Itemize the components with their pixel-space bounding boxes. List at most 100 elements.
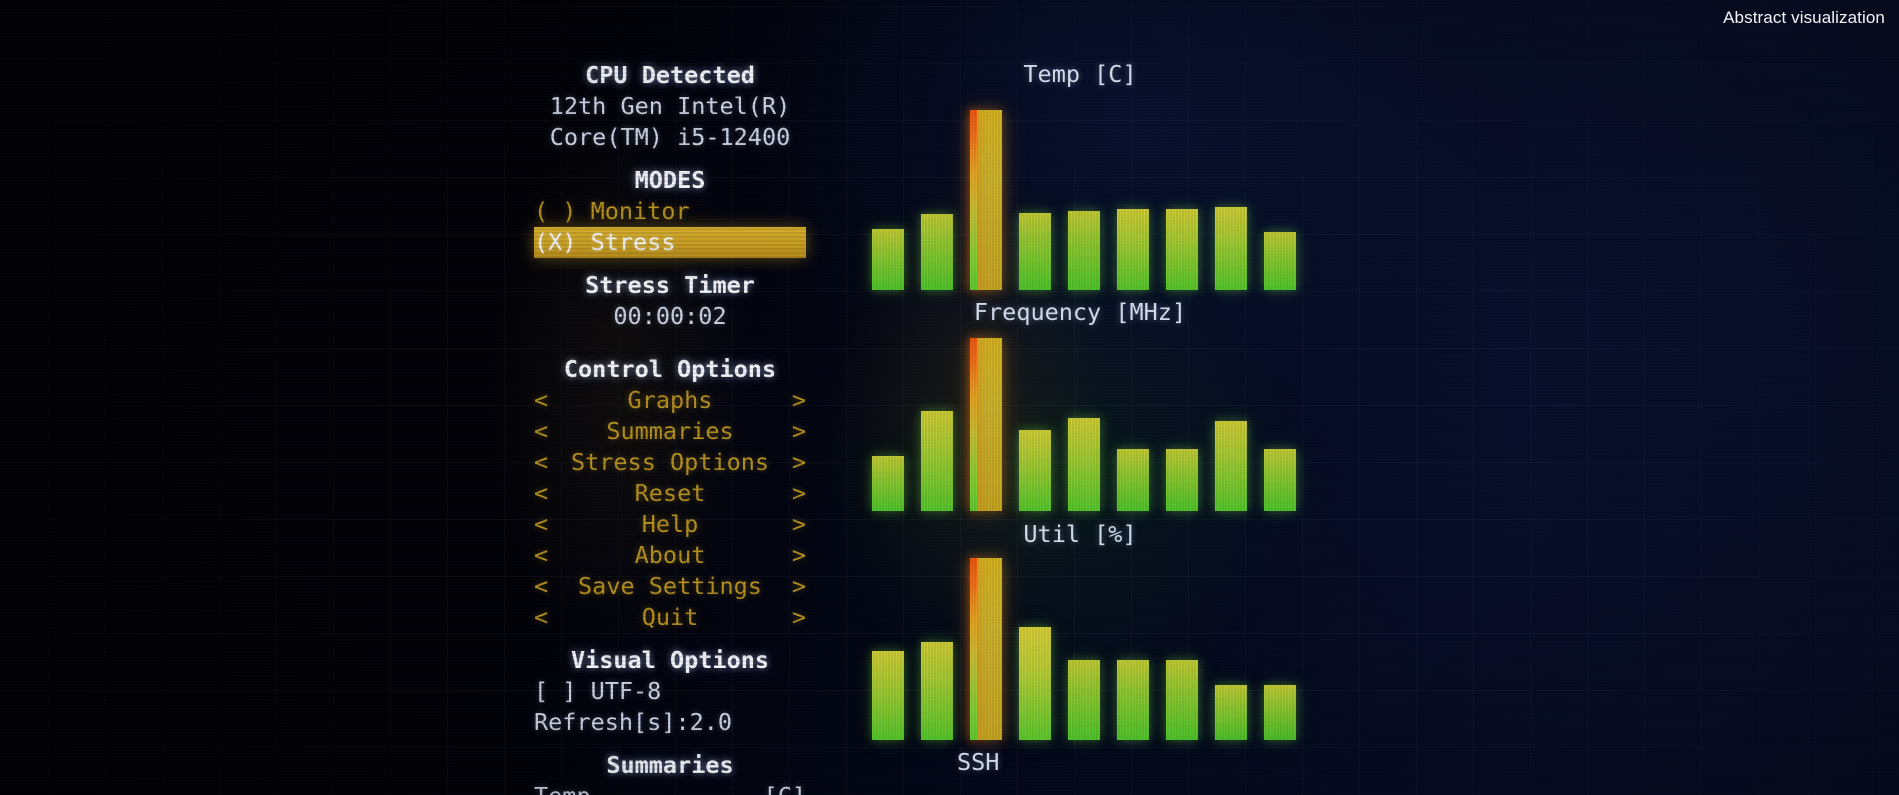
control-option-summaries[interactable]: < Summaries >: [534, 416, 806, 447]
bar: [1068, 660, 1100, 740]
bar-fill: [1117, 209, 1149, 290]
bar: [1166, 449, 1198, 511]
bar: [1215, 421, 1247, 511]
stress-timer-heading: Stress Timer: [585, 271, 755, 299]
bar: [1264, 449, 1296, 511]
right-arrow-icon: >: [791, 510, 806, 538]
bar-fill: [1068, 660, 1100, 740]
bar: [1215, 685, 1247, 740]
right-arrow-icon: >: [791, 603, 806, 631]
control-option-save-settings[interactable]: < Save Settings >: [534, 571, 806, 602]
watermark-label: Abstract visualization: [1723, 8, 1885, 27]
bar: [921, 642, 953, 740]
bar-hot-edge: [970, 338, 977, 511]
bar: [970, 110, 1002, 290]
bar: [1068, 211, 1100, 290]
control-option-stress-options[interactable]: < Stress Options >: [534, 447, 806, 478]
chart-temp-title: Temp [C]: [1023, 60, 1137, 88]
control-option-label: About: [634, 541, 706, 569]
bar-fill: [1264, 449, 1296, 511]
bar-fill: [1166, 209, 1198, 290]
bar: [872, 229, 904, 290]
modes-heading: MODES: [634, 166, 706, 194]
control-option-label: Summaries: [606, 417, 734, 445]
bar: [1264, 232, 1296, 290]
control-option-reset[interactable]: < Reset >: [534, 478, 806, 509]
chart-util-title: Util [%]: [1023, 520, 1137, 548]
bar: [1117, 660, 1149, 740]
mode-option-stress[interactable]: (X) Stress: [534, 227, 806, 258]
summary-row-name: Temp: [534, 781, 591, 795]
bar: [872, 456, 904, 511]
left-arrow-icon: <: [534, 448, 549, 476]
bar: [1215, 207, 1247, 290]
left-arrow-icon: <: [534, 479, 549, 507]
bar: [1166, 209, 1198, 290]
bar-fill: [1166, 660, 1198, 740]
control-option-label: Save Settings: [578, 572, 762, 600]
bar-fill: [1068, 211, 1100, 290]
cpu-model-line-2: Core(TM) i5-12400: [549, 123, 791, 151]
right-arrow-icon: >: [791, 479, 806, 507]
summaries-heading: Summaries: [606, 751, 734, 779]
bar: [1264, 685, 1296, 740]
bar-fill: [1264, 232, 1296, 290]
spacer-summaries: [534, 738, 806, 750]
control-option-graphs[interactable]: < Graphs >: [534, 385, 806, 416]
bar-fill: [1166, 449, 1198, 511]
bar-fill: [921, 214, 953, 290]
bar: [970, 338, 1002, 511]
bar: [921, 214, 953, 290]
right-arrow-icon: >: [791, 448, 806, 476]
bar-fill: [1117, 449, 1149, 511]
spacer-timer: [534, 258, 806, 270]
right-arrow-icon: >: [791, 541, 806, 569]
spacer-controls: [534, 332, 806, 354]
control-option-label: Reset: [634, 479, 706, 507]
bar-fill: [1019, 430, 1051, 511]
stress-timer-value: 00:00:02: [613, 302, 727, 330]
bar-fill: [872, 651, 904, 740]
bar: [1166, 660, 1198, 740]
cpu-detected-heading: CPU Detected: [585, 61, 755, 89]
bar-fill: [1068, 418, 1100, 511]
chart-temp-bars: [855, 110, 1305, 290]
bar: [921, 411, 953, 511]
control-option-help[interactable]: < Help >: [534, 509, 806, 540]
bar: [1117, 209, 1149, 290]
bar: [1117, 449, 1149, 511]
left-arrow-icon: <: [534, 541, 549, 569]
spacer-modes: [534, 153, 806, 165]
chart-frequency: Frequency [MHz]: [855, 298, 1305, 511]
tui-panel: CPU Detected 12th Gen Intel(R) Core(TM) …: [520, 50, 820, 795]
left-arrow-icon: <: [534, 417, 549, 445]
summary-row-unit: [C]: [764, 781, 806, 795]
bar: [1019, 627, 1051, 740]
chart-temp: Temp [C]: [855, 60, 1305, 290]
control-options-heading: Control Options: [563, 355, 777, 383]
mode-option-monitor[interactable]: ( ) Monitor: [534, 196, 806, 227]
chart-util: Util [%]: [855, 520, 1305, 740]
bar: [970, 558, 1002, 740]
utf8-checkbox[interactable]: [ ] UTF-8: [534, 676, 806, 707]
control-option-label: Help: [641, 510, 699, 538]
chart-frequency-title: Frequency [MHz]: [973, 298, 1187, 326]
bar: [1019, 430, 1051, 511]
summary-row-temp: Temp [C]: [534, 781, 806, 795]
bar-fill: [872, 229, 904, 290]
control-option-label: Graphs: [627, 386, 713, 414]
control-option-about[interactable]: < About >: [534, 540, 806, 571]
left-arrow-icon: <: [534, 603, 549, 631]
bar-hot-edge: [970, 110, 977, 290]
chart-util-bars: [855, 558, 1305, 740]
bar-fill: [1215, 421, 1247, 511]
left-arrow-icon: <: [534, 510, 549, 538]
right-arrow-icon: >: [791, 572, 806, 600]
bar-fill: [872, 456, 904, 511]
visual-options-heading: Visual Options: [570, 646, 770, 674]
refresh-interval-field[interactable]: Refresh[s]:2.0: [534, 707, 806, 738]
cpu-model-line-1: 12th Gen Intel(R): [549, 92, 791, 120]
control-option-quit[interactable]: < Quit >: [534, 602, 806, 633]
bar: [1019, 213, 1051, 290]
app-root: Abstract visualization CPU Detected 12th…: [0, 0, 1899, 795]
